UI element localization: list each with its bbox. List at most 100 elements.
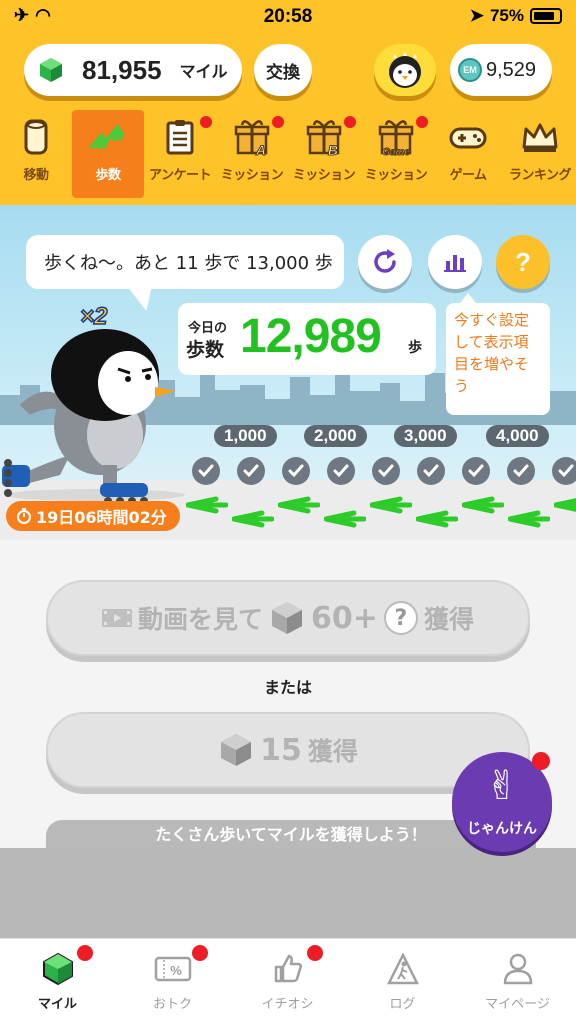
nav-person[interactable]: マイページ	[460, 949, 575, 1012]
footprint-icon	[369, 495, 413, 519]
or-label: または	[263, 678, 312, 697]
footprint-icon	[323, 509, 367, 533]
tab-footprints[interactable]: 歩数	[72, 110, 144, 198]
penguin-avatar-button[interactable]	[374, 44, 436, 96]
video-suffix: 獲得	[423, 605, 474, 634]
film-icon	[102, 609, 133, 627]
miles-unit: マイル	[179, 64, 228, 81]
steps-count: 12,989	[240, 310, 382, 363]
tab-clipboard[interactable]: アンケート	[144, 110, 216, 198]
janken-label: じゃんけん	[467, 821, 537, 837]
question-icon: ?	[515, 246, 531, 277]
check-icon	[237, 457, 265, 485]
notification-dot	[344, 116, 356, 128]
check-icon	[372, 457, 400, 485]
tab-gamepad[interactable]: ゲーム	[432, 110, 504, 198]
notification-dot	[200, 116, 212, 128]
svg-text:A: A	[255, 142, 266, 157]
tab-crown[interactable]: ランキング	[504, 110, 576, 198]
watch-video-button[interactable]: 動画を見て 60+ ? 獲得	[46, 580, 530, 656]
gem-icon	[0, 949, 115, 989]
steps-label: 歩数	[186, 339, 225, 361]
footprint-icon	[185, 495, 229, 519]
gem-icon	[38, 57, 64, 83]
coin-balance[interactable]: EM 9,529	[450, 44, 552, 96]
can-icon	[0, 110, 72, 164]
top-header: ✈◠ 20:58 ➤ 75% 81,955 マイル 交換 EM 9,529 移動…	[0, 0, 576, 205]
janken-button[interactable]: ✌ じゃんけん	[452, 752, 552, 852]
milestone-label: 1,000	[214, 425, 277, 447]
check-icon	[327, 457, 355, 485]
today-steps-card: 今日の 歩数 12,989 歩	[178, 303, 436, 375]
footprint-icon	[553, 495, 576, 519]
tab-gift-game[interactable]: Game ミッション	[360, 110, 432, 198]
walker-icon	[345, 949, 460, 989]
mystery-icon: ?	[383, 601, 418, 635]
svg-text:%: %	[170, 963, 182, 978]
category-tabs: 移動 歩数 アンケート A ミッション B ミッション Game ミッション ゲーム ランキング	[0, 110, 576, 202]
tab-label: ミッション	[292, 168, 356, 183]
refresh-icon	[374, 249, 396, 273]
tab-label: 歩数	[95, 168, 121, 183]
gem-gray-icon	[221, 734, 252, 766]
earn-suffix: 獲得	[307, 737, 358, 766]
penguin-avatar-icon	[389, 52, 421, 88]
notification-dot	[307, 945, 323, 961]
location-icon: ➤	[469, 6, 484, 25]
coupon-icon: %	[115, 949, 230, 989]
tab-gift-a[interactable]: A ミッション	[216, 110, 288, 198]
today-label: 今日の	[188, 321, 228, 336]
exchange-button[interactable]: 交換	[254, 44, 312, 96]
stats-button[interactable]	[428, 235, 482, 289]
battery-percent: 75%	[489, 6, 524, 25]
tab-label: アンケート	[149, 168, 211, 183]
check-icon	[282, 457, 310, 485]
notification-dot	[532, 752, 550, 770]
miles-balance[interactable]: 81,955 マイル	[24, 44, 242, 96]
bar-chart-icon	[444, 255, 466, 272]
notification-dot	[416, 116, 428, 128]
ad-area	[0, 848, 576, 938]
video-amount: 60+	[311, 600, 378, 636]
nav-label: おトク	[152, 997, 192, 1012]
coin-icon: EM	[458, 58, 482, 82]
nav-label: マイページ	[485, 997, 550, 1012]
miles-value: 81,955	[82, 54, 162, 85]
crown-icon	[504, 110, 576, 164]
footprints-icon	[72, 110, 144, 164]
nav-coupon[interactable]: % おトク	[115, 945, 230, 1012]
footprint-icon	[277, 495, 321, 519]
tab-can[interactable]: 移動	[0, 110, 72, 198]
milestone-label: 4,000	[486, 425, 549, 447]
notification-dot	[192, 945, 208, 961]
timer-text: 19日06時間02分	[36, 508, 167, 527]
video-prefix: 動画を見て	[138, 605, 264, 634]
check-icon	[552, 457, 576, 485]
thumbs-up-icon	[230, 949, 345, 989]
nav-gem[interactable]: マイル	[0, 945, 115, 1012]
gamepad-icon	[432, 110, 504, 164]
settings-hint[interactable]: 今すぐ設定して表示項目を増やそう	[446, 293, 550, 415]
nav-thumbs-up[interactable]: イチオシ	[230, 945, 345, 1012]
refresh-button[interactable]	[358, 235, 412, 289]
steps-unit: 歩	[408, 340, 422, 356]
nav-walker[interactable]: ログ	[345, 949, 460, 1012]
check-icon	[417, 457, 445, 485]
check-icon	[507, 457, 535, 485]
check-icon	[462, 457, 490, 485]
tab-label: ミッション	[364, 168, 428, 183]
penguin-skater-illustration	[2, 329, 185, 505]
footprint-icon	[231, 509, 275, 533]
check-icon	[192, 457, 220, 485]
countdown-timer: 19日06時間02分	[6, 501, 180, 531]
svg-text:B: B	[328, 142, 338, 157]
tab-label: 移動	[23, 168, 49, 183]
nav-label: マイル	[37, 997, 77, 1012]
tab-gift-b[interactable]: B ミッション	[288, 110, 360, 198]
person-icon	[460, 949, 575, 989]
step-scene: 歩くね〜。あと 11 歩で 13,000 歩 ? ×2 今日の 歩数 12,98…	[0, 205, 576, 540]
earn-amount: 15	[260, 732, 302, 768]
svg-text:Game: Game	[382, 147, 410, 157]
help-button[interactable]: ?	[496, 235, 550, 289]
status-bar: ✈◠ 20:58 ➤ 75%	[0, 0, 576, 34]
